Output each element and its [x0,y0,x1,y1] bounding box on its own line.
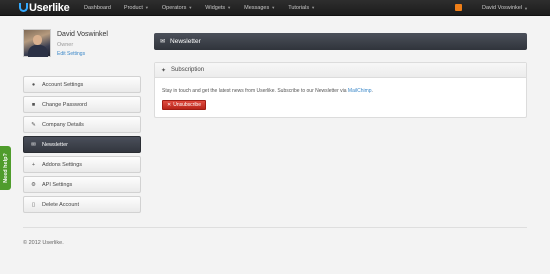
unsubscribe-label: Unsubscribe [173,102,201,108]
nav-item-dashboard[interactable]: Dashboard [84,5,111,11]
plus-icon: + [31,161,36,168]
user-menu[interactable]: David Voswinkel ▼ [482,0,528,16]
subscription-text-body: Stay in touch and get the latest news fr… [162,88,348,94]
edit-settings-link[interactable]: Edit Settings [57,51,85,57]
lock-icon: ■ [31,101,36,108]
profile-name: David Voswinkel [57,31,108,38]
sidebar-item-label: Account Settings [42,81,84,88]
mailchimp-link[interactable]: MailChimp [348,88,372,94]
subscription-text-end: . [371,88,373,94]
user-icon: ● [31,81,36,88]
nav-item-operators[interactable]: Operators ▼ [162,5,192,11]
sidebar-item-label: Delete Account [42,201,79,208]
footer-copyright: © 2012 Userlike. [23,240,64,246]
caret-down-icon: ▼ [144,5,149,10]
sidebar-item-newsletter[interactable]: ✉ Newsletter [23,136,141,153]
caret-down-icon: ▼ [227,5,232,10]
nav-label: Operators [161,5,187,11]
caret-down-icon: ▼ [311,5,316,10]
brand-name: Userlike [29,2,70,14]
caret-down-icon: ▼ [524,5,529,11]
close-icon: ✕ [167,102,172,108]
sidebar-item-label: API Settings [42,181,73,188]
subscription-text: Stay in touch and get the latest news fr… [162,88,373,94]
need-help-tab[interactable]: Need help? [0,146,11,190]
caret-down-icon: ▼ [188,5,193,10]
logo-mark-icon [19,2,28,12]
subscription-panel: ✦ Subscription Stay in touch and get the… [154,62,527,118]
sidebar-item-delete-account[interactable]: ▯ Delete Account [23,196,141,213]
user-menu-label: David Voswinkel [482,5,523,11]
main-nav: Dashboard Product ▼ Operators ▼ Widgets ▼ M… [84,0,328,16]
panel-header: ✦ Subscription [155,63,526,78]
page-title: Newsletter [170,38,201,45]
sidebar-item-label: Newsletter [42,141,68,148]
tools-icon: ✦ [161,67,167,74]
pencil-icon: ✎ [31,121,36,128]
nav-item-widgets[interactable]: Widgets ▼ [205,5,231,11]
settings-sidebar: ● Account Settings ■ Change Password ✎ C… [23,76,141,216]
nav-item-product[interactable]: Product ▼ [124,5,149,11]
unsubscribe-button[interactable]: ✕ Unsubscribe [162,100,206,110]
rss-icon[interactable] [455,4,462,11]
footer-divider [23,227,527,228]
panel-title: Subscription [171,67,205,73]
nav-label: Widgets [205,5,226,11]
nav-label: Product [123,5,143,11]
nav-item-messages[interactable]: Messages ▼ [244,5,275,11]
sidebar-item-company-details[interactable]: ✎ Company Details [23,116,141,133]
envelope-icon: ✉ [31,141,36,148]
profile-role: Owner [57,42,74,48]
trash-icon: ▯ [31,201,36,208]
brand-logo[interactable]: Userlike [19,1,70,15]
sidebar-item-label: Addons Settings [42,161,83,168]
nav-label: Messages [244,5,270,11]
avatar [23,29,51,57]
sidebar-item-change-password[interactable]: ■ Change Password [23,96,141,113]
nav-label: Tutorials [288,5,310,11]
sidebar-item-addons-settings[interactable]: + Addons Settings [23,156,141,173]
sidebar-item-label: Company Details [42,121,84,128]
nav-item-tutorials[interactable]: Tutorials ▼ [288,5,315,11]
sidebar-item-api-settings[interactable]: ⚙ API Settings [23,176,141,193]
need-help-label: Need help? [2,153,9,183]
caret-down-icon: ▼ [271,5,276,10]
sidebar-item-account-settings[interactable]: ● Account Settings [23,76,141,93]
page-title-bar: ✉ Newsletter [154,33,527,50]
envelope-icon: ✉ [160,39,166,45]
top-navbar: Userlike Dashboard Product ▼ Operators ▼ W… [0,0,550,16]
nav-label: Dashboard [84,5,111,11]
gear-icon: ⚙ [31,181,36,188]
sidebar-item-label: Change Password [42,101,87,108]
